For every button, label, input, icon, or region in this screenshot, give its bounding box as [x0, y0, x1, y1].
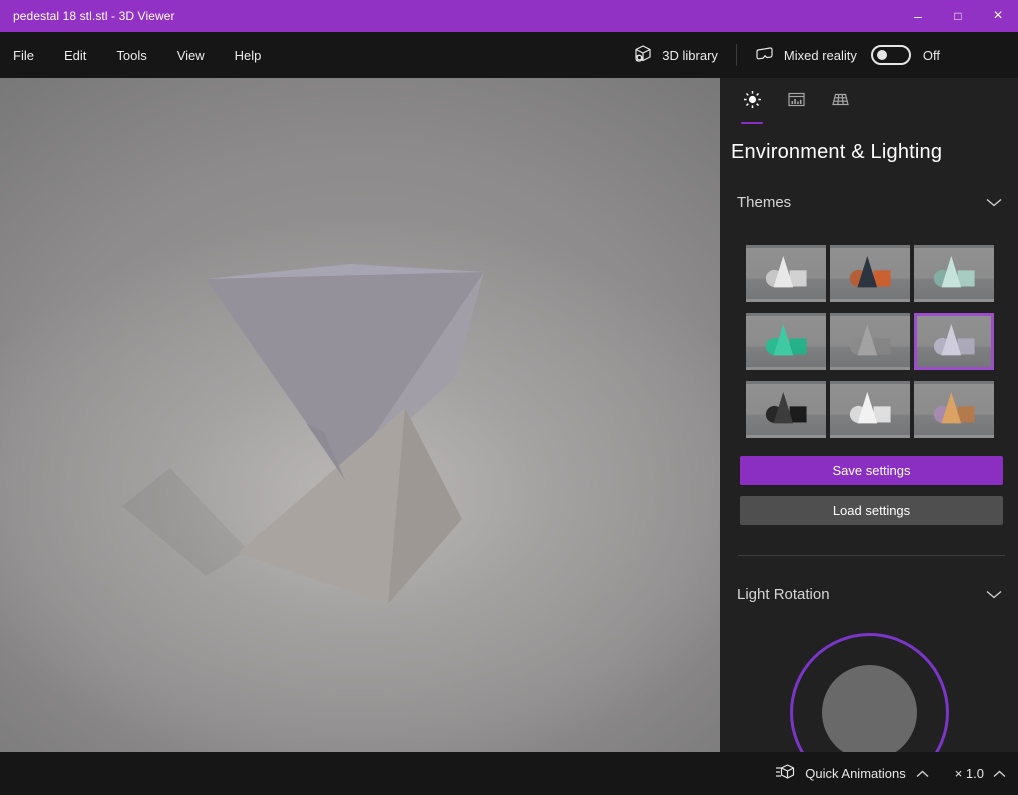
themes-section-header[interactable]: Themes — [737, 194, 1002, 211]
menu-view[interactable]: View — [177, 42, 205, 69]
section-divider — [738, 555, 1005, 556]
theme-tile-9[interactable] — [914, 381, 994, 438]
cube-search-icon — [633, 44, 662, 67]
model-pedestal[interactable] — [0, 78, 720, 752]
themes-label: Themes — [737, 194, 792, 211]
animation-speed-button[interactable]: × 1.0 — [933, 766, 1010, 781]
chevron-down-icon — [986, 586, 1002, 603]
topbar-divider — [735, 44, 737, 66]
menu-bar: File Edit Tools View Help 3D library Mix… — [0, 32, 1018, 78]
window-title: pedestal 18 stl.stl - 3D Viewer — [13, 9, 175, 23]
close-button[interactable]: × — [978, 0, 1018, 32]
panel-title: Environment & Lighting — [731, 141, 943, 163]
theme-tile-2[interactable] — [830, 245, 910, 302]
menu-file[interactable]: File — [13, 42, 34, 69]
active-tab-underline — [741, 122, 763, 124]
settings-panel: Environment & Lighting Themes Save setti… — [720, 78, 1018, 752]
light-rotation-dial[interactable] — [789, 633, 949, 752]
tab-grid[interactable] — [820, 90, 860, 124]
light-rotation-section-header[interactable]: Light Rotation — [737, 586, 1002, 603]
grid-icon — [831, 90, 850, 114]
menu-edit[interactable]: Edit — [64, 42, 86, 69]
save-settings-button[interactable]: Save settings — [740, 456, 1003, 485]
title-bar: pedestal 18 stl.stl - 3D Viewer – □ × — [0, 0, 1018, 32]
animation-cube-icon — [771, 763, 799, 784]
theme-tile-6-selected[interactable] — [914, 313, 994, 370]
toggle-knob — [876, 50, 887, 60]
quick-animations-button[interactable]: Quick Animations — [771, 763, 932, 784]
theme-tile-8[interactable] — [830, 381, 910, 438]
light-rotation-knob[interactable] — [821, 665, 917, 752]
theme-tile-7[interactable] — [746, 381, 826, 438]
light-rotation-label: Light Rotation — [737, 586, 830, 603]
themes-grid — [746, 245, 1018, 438]
animation-speed-value: × 1.0 — [954, 766, 984, 781]
theme-tile-4[interactable] — [746, 313, 826, 370]
bottom-bar: Quick Animations × 1.0 — [0, 752, 1018, 795]
tab-environment-lighting[interactable] — [732, 90, 772, 124]
mixed-reality-label: Mixed reality — [783, 47, 857, 63]
3d-library-button[interactable]: 3D library — [633, 44, 718, 67]
chevron-down-icon — [986, 194, 1002, 211]
3d-viewport[interactable] — [0, 78, 720, 752]
mixed-reality-icon — [755, 45, 784, 66]
mixed-reality-toggle[interactable] — [870, 45, 911, 65]
theme-tile-5[interactable] — [830, 313, 910, 370]
theme-tile-1[interactable] — [746, 245, 826, 302]
3d-library-label: 3D library — [662, 47, 718, 63]
menu-help[interactable]: Help — [235, 42, 262, 69]
sun-icon — [743, 90, 762, 114]
stats-icon — [787, 90, 806, 114]
mixed-reality-button[interactable]: Mixed reality — [755, 45, 857, 66]
maximize-button[interactable]: □ — [938, 0, 978, 32]
mixed-reality-state: Off — [922, 47, 940, 63]
menu-tools[interactable]: Tools — [116, 42, 146, 69]
theme-tile-3[interactable] — [914, 245, 994, 302]
minimize-button[interactable]: – — [898, 0, 938, 32]
chevron-up-icon — [912, 766, 933, 781]
chevron-up-icon — [989, 766, 1010, 781]
load-settings-button[interactable]: Load settings — [740, 496, 1003, 525]
app-window: pedestal 18 stl.stl - 3D Viewer – □ × Fi… — [0, 0, 1018, 795]
panel-tabs — [720, 78, 1018, 124]
tab-stats[interactable] — [776, 90, 816, 124]
quick-animations-label: Quick Animations — [805, 766, 906, 781]
